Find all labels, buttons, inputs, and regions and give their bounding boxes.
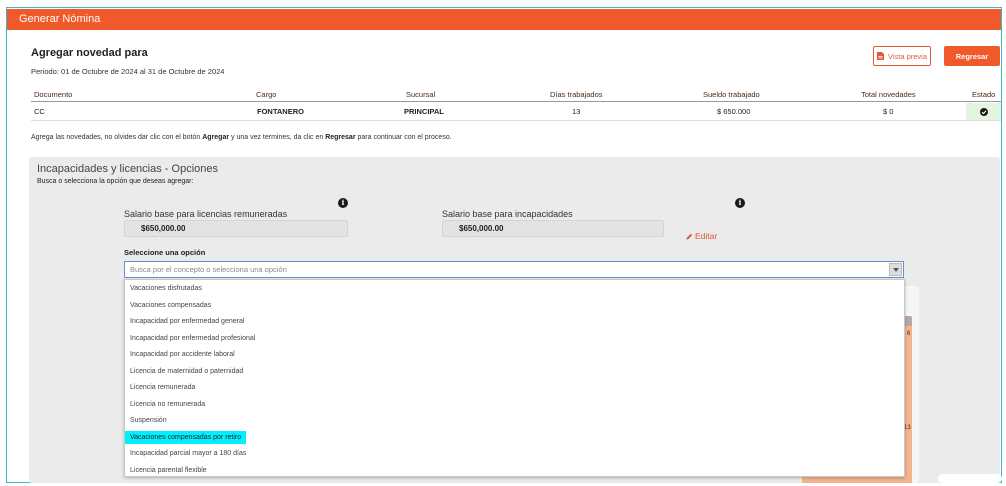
pdf-icon	[876, 52, 884, 60]
option-item[interactable]: Vacaciones disfrutadas	[125, 282, 202, 295]
salary-disability-field: $650,000.00	[442, 220, 664, 237]
cell-status	[966, 103, 1001, 120]
edit-link-label: Editar	[695, 231, 718, 241]
select-placeholder: Busca por el concepto o selecciona una o…	[130, 265, 287, 274]
option-item[interactable]: Vacaciones compensadas	[125, 299, 211, 312]
option-item-highlighted[interactable]: Vacaciones compensadas por retiro	[125, 431, 247, 444]
preview-button[interactable]: Vista previa	[873, 46, 931, 66]
panel-subtitle: Busca o selecciona la opción que deseas …	[37, 178, 194, 185]
col-header-document: Documento	[34, 89, 73, 99]
cell-days: 13	[572, 107, 581, 116]
col-header-branch: Sucursal	[406, 89, 436, 99]
option-item[interactable]: Licencia parental flexible	[125, 464, 207, 477]
return-button[interactable]: Regresar	[944, 46, 1000, 66]
instructions-note: Agrega las novedades, no olvides dar cli…	[31, 134, 452, 141]
top-bar: Generar Nómina	[7, 9, 1001, 30]
panel-title: Incapacidades y licencias - Opciones	[37, 163, 218, 175]
option-item[interactable]: Suspensión	[125, 414, 167, 427]
chevron-down-icon[interactable]	[889, 263, 902, 276]
option-item[interactable]: Incapacidad por enfermedad general	[125, 315, 244, 328]
pencil-icon	[686, 233, 693, 239]
check-circle-icon	[979, 107, 988, 116]
salary-licenses-label: Salario base para licencias remuneradas	[124, 209, 288, 219]
option-item[interactable]: Licencia de maternidad o paternidad	[125, 365, 243, 378]
cell-branch: PRINCIPAL	[404, 107, 444, 116]
info-icon[interactable]: i	[338, 198, 348, 208]
cell-document: CC	[34, 107, 45, 116]
concept-select[interactable]: Busca por el concepto o selecciona una o…	[124, 261, 904, 278]
cell-total: $ 0	[883, 107, 894, 116]
col-header-total: Total novedades	[861, 89, 916, 99]
option-item[interactable]: Licencia remunerada	[125, 381, 195, 394]
col-header-salary: Sueldo trabajado	[703, 89, 760, 99]
salary-licenses-field: $650,000.00	[124, 220, 348, 237]
edit-link[interactable]: Editar	[686, 231, 717, 241]
option-item[interactable]: Incapacidad parcial mayor a 180 días	[125, 447, 246, 460]
col-header-days: Días trabajados	[550, 89, 603, 99]
option-item[interactable]: Licencia no remunerada	[125, 398, 205, 411]
app-title: Generar Nómina	[19, 13, 101, 25]
cell-position: FONTANERO	[257, 107, 304, 116]
background-number: 6	[907, 331, 911, 337]
info-icon[interactable]: i	[735, 198, 745, 208]
period-text: Periodo: 01 de Octubre de 2024 al 31 de …	[31, 67, 225, 76]
cell-salary: $ 650.000	[717, 107, 751, 116]
options-dropdown: Vacaciones disfrutadas Vacaciones compen…	[124, 279, 905, 477]
salary-disability-label: Salario base para incapacidades	[442, 209, 573, 219]
col-header-status: Estado	[972, 89, 996, 99]
table-row: CC FONTANERO PRINCIPAL 13 $ 650.000 $ 0	[31, 103, 1001, 121]
table-header: Documento Cargo Sucursal Días trabajados…	[31, 87, 1001, 102]
select-label: Seleccione una opción	[124, 248, 206, 257]
option-item[interactable]: Incapacidad por accidente laboral	[125, 348, 235, 361]
col-header-position: Cargo	[256, 89, 277, 99]
preview-button-label: Vista previa	[887, 51, 928, 61]
background-number: 13	[904, 425, 911, 431]
option-item[interactable]: Incapacidad por enfermedad profesional	[125, 332, 255, 345]
summary-title: Agregar novedad para	[31, 47, 148, 59]
background-pill	[938, 474, 1002, 483]
